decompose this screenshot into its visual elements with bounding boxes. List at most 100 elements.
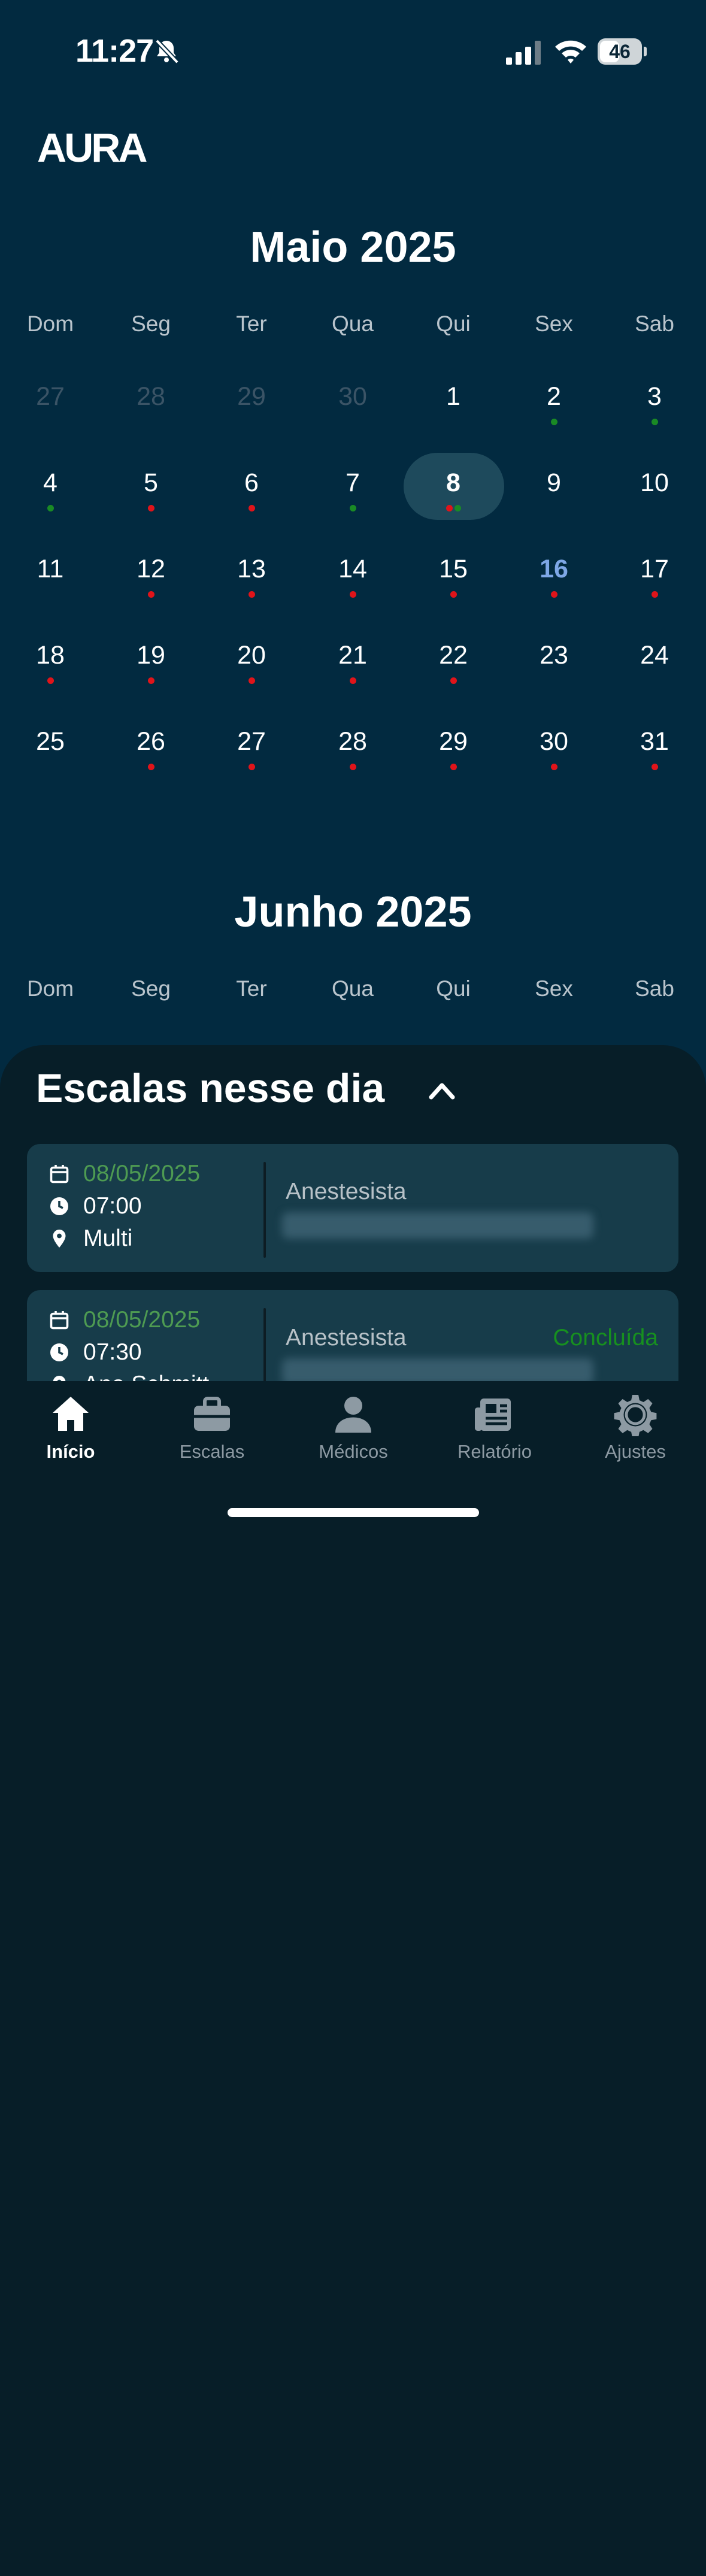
calendar-day[interactable]: 9: [504, 455, 604, 521]
day-number: 11: [37, 555, 64, 583]
calendar-day[interactable]: 26: [101, 714, 201, 780]
weekday-label: Qua: [332, 976, 374, 1001]
calendar-day[interactable]: 22: [403, 628, 504, 694]
schedule-indicator-dots: [302, 591, 403, 598]
calendar-day[interactable]: 8: [403, 455, 504, 521]
tab-escalas[interactable]: Escalas: [141, 1393, 283, 1477]
calendar-day[interactable]: 13: [201, 541, 302, 607]
calendar-day[interactable]: 28: [302, 714, 403, 780]
schedule-time: 07:00: [83, 1193, 142, 1219]
newspaper-icon: [475, 1399, 511, 1431]
schedule-card[interactable]: 08/05/2025 07:00 Multi Anestesista: [27, 1144, 678, 1272]
cellular-signal-icon: [506, 41, 541, 65]
tab-relatorio[interactable]: Relatório: [424, 1393, 565, 1477]
red-dot: [349, 591, 356, 598]
home-indicator: [228, 1508, 479, 1517]
day-number: 21: [338, 641, 367, 670]
calendar-day[interactable]: 2: [504, 369, 604, 435]
red-dot: [651, 764, 658, 770]
day-number: 23: [540, 641, 568, 670]
weekday-header-june: Dom Seg Ter Qua Qui Sex Sab: [0, 976, 706, 1012]
weekday-label: Qui: [436, 311, 471, 336]
calendar-icon: [50, 1311, 69, 1330]
weekday-header-may: Dom Seg Ter Qua Qui Sex Sab: [0, 311, 706, 347]
calendar-day[interactable]: 15: [403, 541, 504, 607]
calendar-day[interactable]: 17: [604, 541, 705, 607]
day-number: 14: [338, 555, 367, 583]
schedule-indicator-dots: [201, 505, 302, 512]
weekday-label: Dom: [26, 976, 74, 1001]
tab-medicos[interactable]: Médicos: [283, 1393, 424, 1477]
calendar-day[interactable]: 14: [302, 541, 403, 607]
calendar-day[interactable]: 12: [101, 541, 201, 607]
calendar-day[interactable]: 10: [604, 455, 705, 521]
day-number: 7: [346, 468, 360, 497]
calendar-day[interactable]: 1: [403, 369, 504, 435]
wifi-icon: [555, 40, 586, 63]
calendar-day[interactable]: 5: [101, 455, 201, 521]
day-number: 29: [237, 382, 266, 411]
day-number: 28: [338, 727, 367, 756]
weekday-label: Qua: [332, 311, 374, 336]
weekday-label: Qui: [436, 976, 471, 1001]
calendar-day[interactable]: 21: [302, 628, 403, 694]
calendar-day[interactable]: 31: [604, 714, 705, 780]
schedule-indicator-dots: [0, 505, 101, 512]
calendar-day[interactable]: 24: [604, 628, 705, 694]
tab-label: Relatório: [457, 1441, 532, 1462]
day-number: 22: [439, 641, 468, 670]
day-number: 9: [547, 468, 561, 497]
briefcase-icon: [194, 1397, 230, 1431]
calendar-day[interactable]: 7: [302, 455, 403, 521]
tab-inicio[interactable]: Início: [0, 1393, 141, 1477]
schedule-indicator-dots: [0, 677, 101, 685]
card-divider: [263, 1162, 266, 1258]
schedule-date: 08/05/2025: [83, 1307, 201, 1333]
calendar-day: 29: [201, 369, 302, 435]
schedule-indicator-dots: [0, 764, 101, 771]
red-dot: [446, 505, 453, 511]
calendar-day[interactable]: 27: [201, 714, 302, 780]
day-number: 29: [439, 727, 468, 756]
schedule-indicator-dots: [403, 677, 504, 685]
calendar-day[interactable]: 30: [504, 714, 604, 780]
schedules-sheet: [0, 1045, 706, 2576]
schedule-indicator-dots: [302, 419, 403, 426]
weekday-label: Sex: [535, 976, 573, 1001]
red-dot: [651, 591, 658, 598]
clock-icon: [50, 1343, 68, 1361]
day-number: 31: [640, 727, 669, 756]
chevron-up-icon[interactable]: [426, 1078, 457, 1102]
tab-label: Ajustes: [605, 1441, 666, 1462]
battery-level-text: 46: [609, 41, 631, 62]
calendar-day[interactable]: 16: [504, 541, 604, 607]
calendar-day[interactable]: 4: [0, 455, 101, 521]
red-dot: [450, 764, 457, 770]
schedule-time: 07:30: [83, 1339, 142, 1365]
calendar-day[interactable]: 19: [101, 628, 201, 694]
calendar-day[interactable]: 3: [604, 369, 705, 435]
day-number: 2: [547, 382, 561, 411]
schedule-indicator-dots: [604, 764, 705, 771]
schedule-indicator-dots: [201, 677, 302, 685]
calendar-day[interactable]: 6: [201, 455, 302, 521]
calendar-day[interactable]: 11: [0, 541, 101, 607]
day-number: 16: [540, 555, 568, 583]
day-number: 26: [137, 727, 165, 756]
calendar-day[interactable]: 23: [504, 628, 604, 694]
schedule-indicator-dots: [302, 764, 403, 771]
calendar-day[interactable]: 25: [0, 714, 101, 780]
calendar-day[interactable]: 29: [403, 714, 504, 780]
calendar-day[interactable]: 18: [0, 628, 101, 694]
weekday-label: Seg: [131, 311, 171, 336]
tab-ajustes[interactable]: Ajustes: [565, 1393, 706, 1477]
day-number: 6: [244, 468, 259, 497]
weekday-label: Seg: [131, 976, 171, 1001]
schedule-indicator-dots: [604, 505, 705, 512]
day-number: 27: [237, 727, 266, 756]
calendar-day[interactable]: 20: [201, 628, 302, 694]
schedule-indicator-dots: [302, 677, 403, 685]
schedule-status: Concluída: [553, 1325, 658, 1351]
red-dot: [248, 764, 255, 770]
day-number: 18: [36, 641, 65, 670]
